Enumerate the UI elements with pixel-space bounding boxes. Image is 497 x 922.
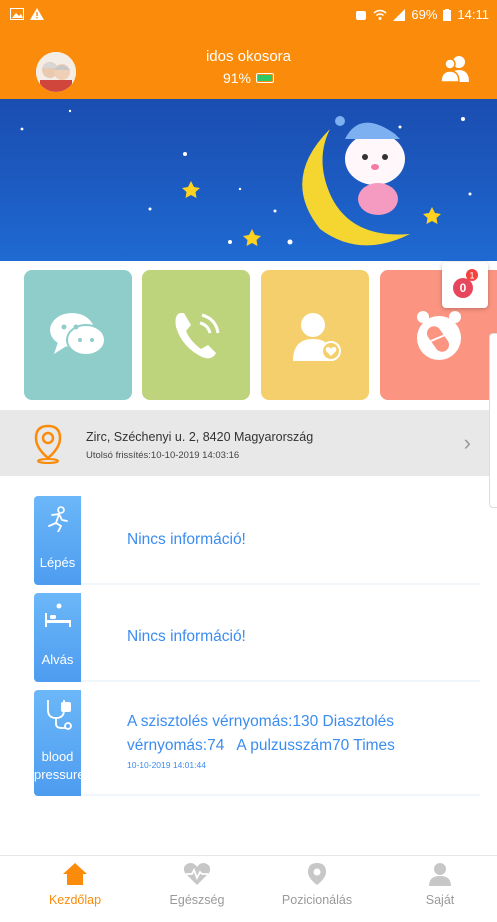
location-pin-icon xyxy=(34,424,62,464)
feature-tiles xyxy=(0,268,497,402)
health-card-sleep[interactable]: Alvás Nincs információ! xyxy=(34,593,480,682)
app-screen: 69% 14:11 idos okosora 91% 0 1 Zirc, Szé… xyxy=(0,0,497,922)
chat-bubbles-icon xyxy=(50,313,106,356)
alarm-pill-icon xyxy=(416,311,461,360)
notification-badge[interactable]: 0 1 xyxy=(442,262,488,308)
nav-profile[interactable]: Saját xyxy=(410,862,470,907)
contacts-icon[interactable] xyxy=(439,52,471,84)
nav-health-label: Egészség xyxy=(169,893,225,907)
battery-icon xyxy=(256,73,275,83)
person-icon xyxy=(429,863,451,886)
tile-contacts[interactable] xyxy=(261,270,369,400)
tile-call[interactable] xyxy=(142,270,250,400)
bottom-nav: Kezdőlap Egészség Pozicionálás Saját xyxy=(0,855,497,922)
map-pin-icon xyxy=(308,863,326,885)
signal-icon xyxy=(393,8,406,21)
sleep-value: Nincs információ! xyxy=(127,628,246,645)
location-updated: Utolsó frissítés:10-10-2019 14:03:16 xyxy=(86,450,240,461)
wifi-icon xyxy=(373,9,387,20)
battery-status-icon xyxy=(443,8,452,21)
banner-image xyxy=(0,99,497,261)
clock: 14:11 xyxy=(457,7,489,22)
device-battery-percent: 91% xyxy=(222,70,252,86)
nav-profile-label: Saját xyxy=(425,893,455,907)
running-icon xyxy=(48,506,68,532)
steps-label: Lépés xyxy=(39,555,76,570)
nav-positioning-label: Pozicionálás xyxy=(281,893,353,907)
bed-icon xyxy=(45,603,71,627)
blood-pressure-label-2: pressure xyxy=(34,767,85,782)
blood-pressure-label-1: blood xyxy=(41,749,74,764)
notification-dot-count: 1 xyxy=(469,271,474,281)
status-bar: 69% 14:11 xyxy=(0,0,497,30)
nav-home-label: Kezdőlap xyxy=(48,893,102,907)
moon-sheep-illustration xyxy=(20,109,472,246)
battery-status: 69% xyxy=(411,7,438,22)
chevron-right-icon: › xyxy=(463,430,471,455)
location-address: Zirc, Széchenyi u. 2, 8420 Magyarország xyxy=(86,430,314,444)
health-card-blood-pressure[interactable]: blood pressure A szisztolés vérnyomás:13… xyxy=(34,690,480,796)
side-scroll-handle[interactable] xyxy=(489,333,497,508)
stethoscope-icon xyxy=(47,700,72,730)
phone-call-icon xyxy=(175,313,220,359)
steps-value: Nincs információ! xyxy=(127,531,246,548)
tile-chat[interactable] xyxy=(24,270,132,400)
nav-home[interactable]: Kezdőlap xyxy=(40,862,110,907)
blood-pressure-line-1: A szisztolés vérnyomás:130 Diasztolés xyxy=(127,713,395,730)
device-title: idos okosora xyxy=(205,48,292,65)
nav-positioning[interactable]: Pozicionálás xyxy=(270,862,364,907)
gallery-icon xyxy=(10,8,24,20)
contact-heart-icon xyxy=(293,313,341,361)
health-card-steps[interactable]: Lépés Nincs információ! xyxy=(34,496,480,585)
home-icon xyxy=(63,863,87,885)
blood-pressure-line-2: vérnyomás:74 A pulzusszám70 Times xyxy=(127,737,395,754)
header: 69% 14:11 idos okosora 91% xyxy=(0,0,497,99)
notification-count: 0 xyxy=(460,281,467,295)
nav-health[interactable]: Egészség xyxy=(162,862,232,907)
blood-pressure-date: 10-10-2019 14:01:44 xyxy=(127,760,206,770)
sleep-label: Alvás xyxy=(41,652,74,667)
heart-pulse-icon xyxy=(183,863,211,885)
location-row[interactable]: Zirc, Széchenyi u. 2, 8420 Magyarország … xyxy=(0,410,497,476)
alarm-status-icon xyxy=(356,10,367,20)
warning-icon xyxy=(30,8,44,20)
